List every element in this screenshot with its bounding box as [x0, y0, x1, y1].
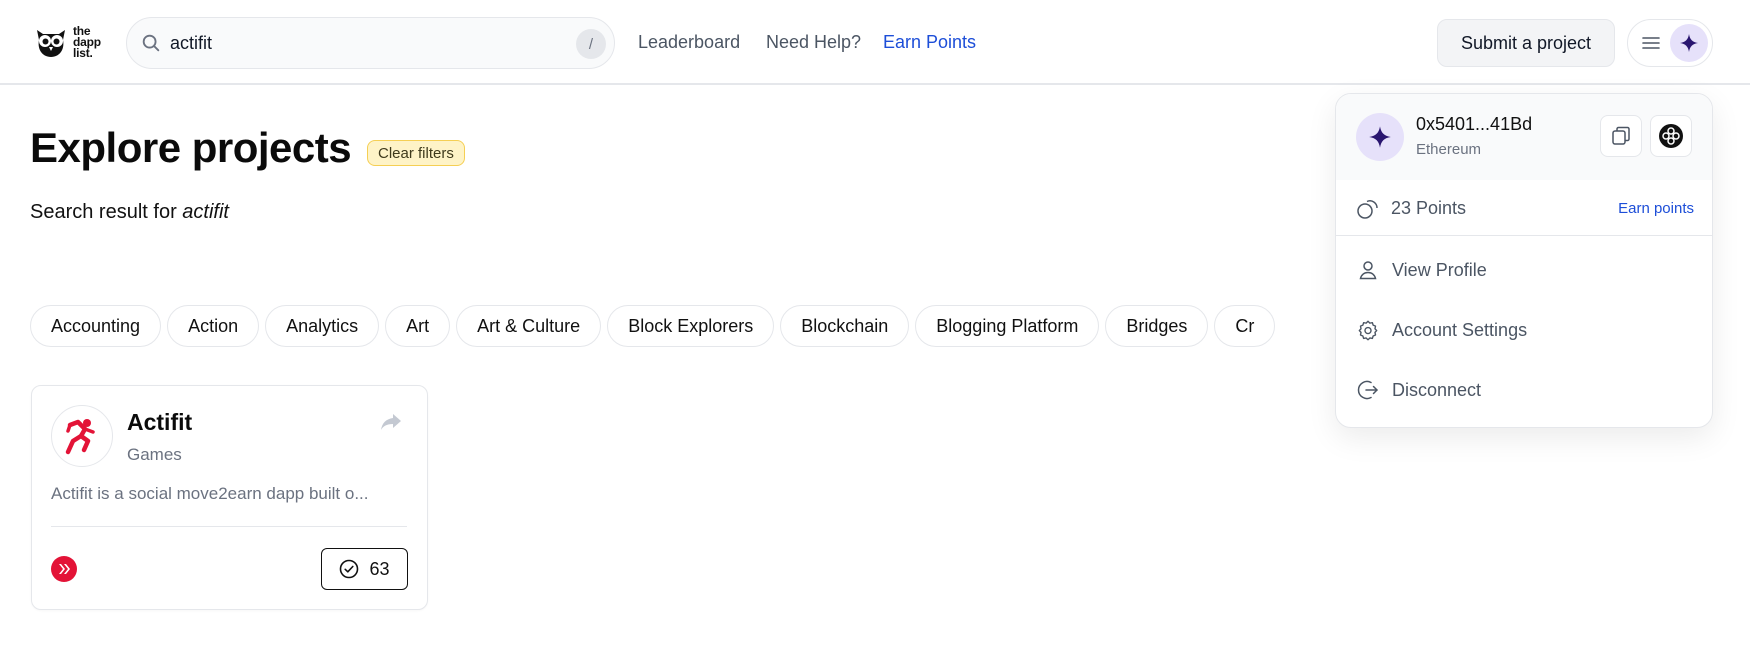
category-chip[interactable]: Art: [385, 305, 451, 347]
logout-icon: [1356, 378, 1380, 402]
search-icon: [142, 34, 160, 52]
menu-item-label: View Profile: [1392, 259, 1487, 280]
sparkle-icon: [1369, 126, 1391, 148]
avatar: [1670, 24, 1708, 62]
menu-item-disconnect[interactable]: Disconnect: [1336, 362, 1712, 418]
submit-project-button[interactable]: Submit a project: [1437, 19, 1615, 67]
search-result-prefix: Search result for: [30, 201, 177, 223]
menu-item-account-settings[interactable]: Account Settings: [1336, 302, 1712, 358]
avatar: [1356, 113, 1404, 161]
category-chip[interactable]: Action: [167, 305, 260, 347]
project-name[interactable]: Actifit: [127, 409, 192, 436]
network-logo-icon: [1659, 124, 1683, 148]
category-chip[interactable]: Art & Culture: [456, 305, 602, 347]
category-chip[interactable]: Bridges: [1105, 305, 1209, 347]
menu-item-label: Account Settings: [1392, 319, 1528, 340]
menu-item-view-profile[interactable]: View Profile: [1336, 242, 1712, 298]
category-filter-list: Accounting Action Analytics Art Art & Cultur…: [30, 305, 1320, 349]
hamburger-menu-icon: [1642, 37, 1660, 49]
project-card[interactable]: Actifit Games Actifit is a social move2e…: [31, 385, 428, 610]
copy-address-button[interactable]: [1600, 115, 1642, 157]
points-balance: 23 Points: [1391, 198, 1467, 218]
search-value: actifit: [170, 32, 213, 53]
runner-icon: [65, 419, 95, 455]
check-circle-icon: [340, 559, 359, 579]
upvote-button[interactable]: 63: [321, 548, 408, 590]
account-menu-button[interactable]: [1627, 19, 1713, 67]
page-title: Explore projects: [30, 124, 352, 171]
account-header: 0x5401...41Bd Ethereum: [1336, 94, 1712, 180]
hive-chain-icon: [51, 556, 77, 582]
nav-earn-points[interactable]: Earn Points: [883, 32, 976, 53]
points-coins-icon: [1357, 200, 1378, 219]
user-icon: [1356, 258, 1380, 282]
search-input[interactable]: actifit /: [126, 17, 615, 69]
network-button[interactable]: [1650, 115, 1692, 157]
logo-line-3: list.: [73, 45, 93, 60]
vote-count: 63: [369, 558, 390, 579]
project-category: Games: [127, 445, 182, 464]
nav-need-help[interactable]: Need Help?: [766, 32, 861, 53]
menu-item-label: Disconnect: [1392, 379, 1482, 400]
project-logo: [51, 405, 113, 467]
account-dropdown: 0x5401...41Bd Ethereum 23 Points Earn po…: [1335, 93, 1713, 428]
category-chip[interactable]: Cr: [1214, 305, 1276, 347]
category-chip[interactable]: Block Explorers: [607, 305, 775, 347]
share-icon[interactable]: [380, 412, 402, 432]
earn-points-link[interactable]: Earn points: [1618, 200, 1694, 217]
dapplist-logo[interactable]: the dapp list.: [33, 20, 113, 64]
category-chip[interactable]: Accounting: [30, 305, 162, 347]
logo-text: the dapp list.: [73, 25, 101, 60]
sparkle-icon: [1680, 34, 1698, 52]
gear-icon: [1356, 318, 1380, 342]
owl-logo-icon: [37, 30, 65, 57]
wallet-network: Ethereum: [1416, 141, 1482, 158]
search-shortcut-badge: /: [576, 29, 606, 59]
category-chip[interactable]: Blogging Platform: [915, 305, 1100, 347]
project-description: Actifit is a social move2earn dapp built…: [51, 484, 369, 503]
category-chip[interactable]: Analytics: [265, 305, 380, 347]
search-result-text: Search result for actifit: [30, 201, 229, 224]
card-divider: [51, 526, 407, 527]
category-chip[interactable]: Blockchain: [780, 305, 910, 347]
wallet-address: 0x5401...41Bd: [1416, 114, 1533, 134]
top-header: the dapp list. actifit / Leaderboard Nee…: [0, 0, 1750, 85]
search-result-term: actifit: [182, 201, 229, 223]
copy-icon: [1612, 126, 1630, 145]
nav-leaderboard[interactable]: Leaderboard: [638, 32, 740, 53]
clear-filters-button[interactable]: Clear filters: [367, 140, 465, 166]
points-row: 23 Points Earn points: [1336, 180, 1712, 236]
